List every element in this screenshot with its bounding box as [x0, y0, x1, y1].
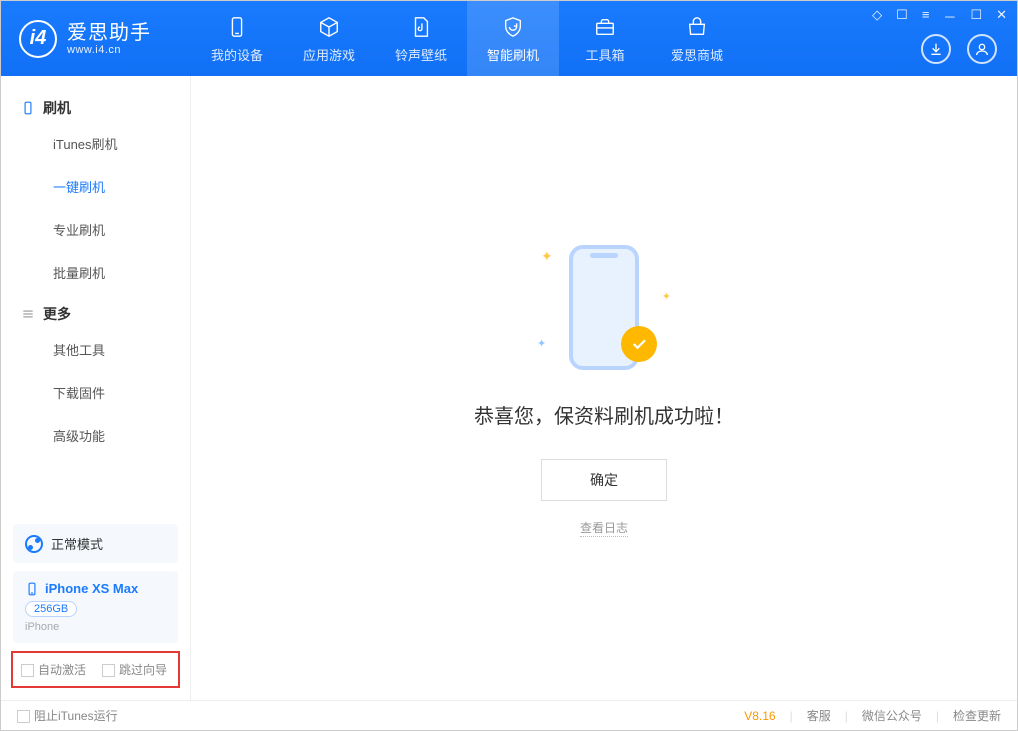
sidebar-item-other-tools[interactable]: 其他工具 [1, 328, 190, 371]
nav-label: 工具箱 [585, 45, 624, 64]
nav-label: 我的设备 [211, 45, 263, 64]
main-content: ✦ ✦ ✦ 恭喜您，保资料刷机成功啦！ 确定 查看日志 [191, 76, 1017, 700]
minimize-button[interactable]: － [943, 7, 956, 26]
separator: | [936, 709, 939, 723]
toolbox-icon [592, 14, 618, 40]
logo-icon: i4 [19, 20, 57, 58]
nav-toolbox[interactable]: 工具箱 [559, 1, 651, 76]
checkbox-label: 跳过向导 [119, 663, 167, 677]
window-controls: ◇ ☐ ≡ － ☐ ✕ [872, 7, 1007, 26]
ok-button[interactable]: 确定 [541, 459, 667, 501]
user-icon[interactable] [967, 34, 997, 64]
close-button[interactable]: ✕ [996, 7, 1007, 26]
refresh-shield-icon [500, 14, 526, 40]
checkbox-highlight-row: 自动激活 跳过向导 [11, 651, 180, 688]
footer-link-update[interactable]: 检查更新 [953, 707, 1001, 724]
list-icon [21, 307, 35, 321]
footer-link-support[interactable]: 客服 [807, 707, 831, 724]
footer-left: 阻止iTunes运行 [17, 707, 118, 724]
device-icon [224, 14, 250, 40]
nav-ringtones-wallpapers[interactable]: 铃声壁纸 [375, 1, 467, 76]
download-icon[interactable] [921, 34, 951, 64]
body-area: 刷机 iTunes刷机 一键刷机 专业刷机 批量刷机 更多 其他工具 下载固件 … [1, 76, 1017, 700]
sidebar-item-batch-flash[interactable]: 批量刷机 [1, 251, 190, 294]
device-storage-badge: 256GB [25, 601, 77, 617]
sidebar-group-title: 刷机 [43, 98, 71, 118]
logo-text: 爱思助手 www.i4.cn [67, 22, 151, 56]
cube-icon [316, 14, 342, 40]
app-subtitle: www.i4.cn [67, 44, 151, 56]
phone-small-icon [25, 582, 39, 596]
skip-guide-checkbox[interactable]: 跳过向导 [102, 661, 167, 678]
music-file-icon [408, 14, 434, 40]
checkbox-label: 自动激活 [38, 663, 86, 677]
device-name: iPhone XS Max [45, 581, 138, 596]
sparkle-icon: ✦ [662, 290, 671, 303]
sparkle-icon: ✦ [541, 248, 553, 265]
sidebar-item-itunes-flash[interactable]: iTunes刷机 [1, 122, 190, 165]
device-name-row: iPhone XS Max [25, 581, 166, 596]
main-nav: 我的设备 应用游戏 铃声壁纸 智能刷机 工具箱 爱思商城 [191, 1, 743, 76]
footer-link-wechat[interactable]: 微信公众号 [862, 707, 922, 724]
sidebar-item-advanced[interactable]: 高级功能 [1, 414, 190, 457]
checkbox-label: 阻止iTunes运行 [34, 709, 118, 723]
view-log-link[interactable]: 查看日志 [580, 519, 628, 537]
version-label: V8.16 [744, 709, 775, 723]
nav-label: 智能刷机 [487, 45, 539, 64]
separator: | [790, 709, 793, 723]
footer: 阻止iTunes运行 V8.16 | 客服 | 微信公众号 | 检查更新 [1, 700, 1017, 730]
success-illustration: ✦ ✦ ✦ [559, 240, 649, 380]
device-type: iPhone [25, 621, 166, 633]
sidebar: 刷机 iTunes刷机 一键刷机 专业刷机 批量刷机 更多 其他工具 下载固件 … [1, 76, 191, 700]
sidebar-group-more: 更多 [1, 294, 190, 328]
device-box[interactable]: iPhone XS Max 256GB iPhone [13, 571, 178, 643]
nav-label: 铃声壁纸 [395, 45, 447, 64]
success-message: 恭喜您，保资料刷机成功啦！ [474, 400, 734, 429]
header-right-icons [921, 34, 997, 64]
logo-area: i4 爱思助手 www.i4.cn [1, 1, 191, 76]
sidebar-group-title: 更多 [43, 304, 71, 324]
sidebar-bottom: 正常模式 iPhone XS Max 256GB iPhone 自动激活 跳过向… [1, 516, 190, 700]
footer-right: V8.16 | 客服 | 微信公众号 | 检查更新 [744, 707, 1001, 724]
app-header: i4 爱思助手 www.i4.cn 我的设备 应用游戏 铃声壁纸 智能刷机 工具… [1, 1, 1017, 76]
app-title: 爱思助手 [67, 22, 151, 44]
mode-status-icon [25, 535, 43, 553]
nav-label: 爱思商城 [671, 45, 723, 64]
sparkle-icon: ✦ [537, 337, 546, 350]
nav-smart-flash[interactable]: 智能刷机 [467, 1, 559, 76]
nav-shop[interactable]: 爱思商城 [651, 1, 743, 76]
mode-box[interactable]: 正常模式 [13, 524, 178, 563]
nav-label: 应用游戏 [303, 45, 355, 64]
sidebar-item-oneclick-flash[interactable]: 一键刷机 [1, 165, 190, 208]
skin-icon[interactable]: ◇ [872, 7, 882, 26]
block-itunes-checkbox[interactable]: 阻止iTunes运行 [17, 707, 118, 724]
maximize-button[interactable]: ☐ [970, 7, 982, 26]
nav-apps-games[interactable]: 应用游戏 [283, 1, 375, 76]
sidebar-group-flash: 刷机 [1, 88, 190, 122]
nav-my-device[interactable]: 我的设备 [191, 1, 283, 76]
success-check-icon [621, 326, 657, 362]
sidebar-item-pro-flash[interactable]: 专业刷机 [1, 208, 190, 251]
sidebar-item-download-firmware[interactable]: 下载固件 [1, 371, 190, 414]
phone-outline-icon [21, 101, 35, 115]
mode-label: 正常模式 [51, 534, 103, 553]
shop-icon [684, 14, 710, 40]
feedback-icon[interactable]: ☐ [896, 7, 908, 26]
separator: | [845, 709, 848, 723]
auto-activate-checkbox[interactable]: 自动激活 [21, 661, 86, 678]
menu-icon[interactable]: ≡ [922, 7, 930, 26]
